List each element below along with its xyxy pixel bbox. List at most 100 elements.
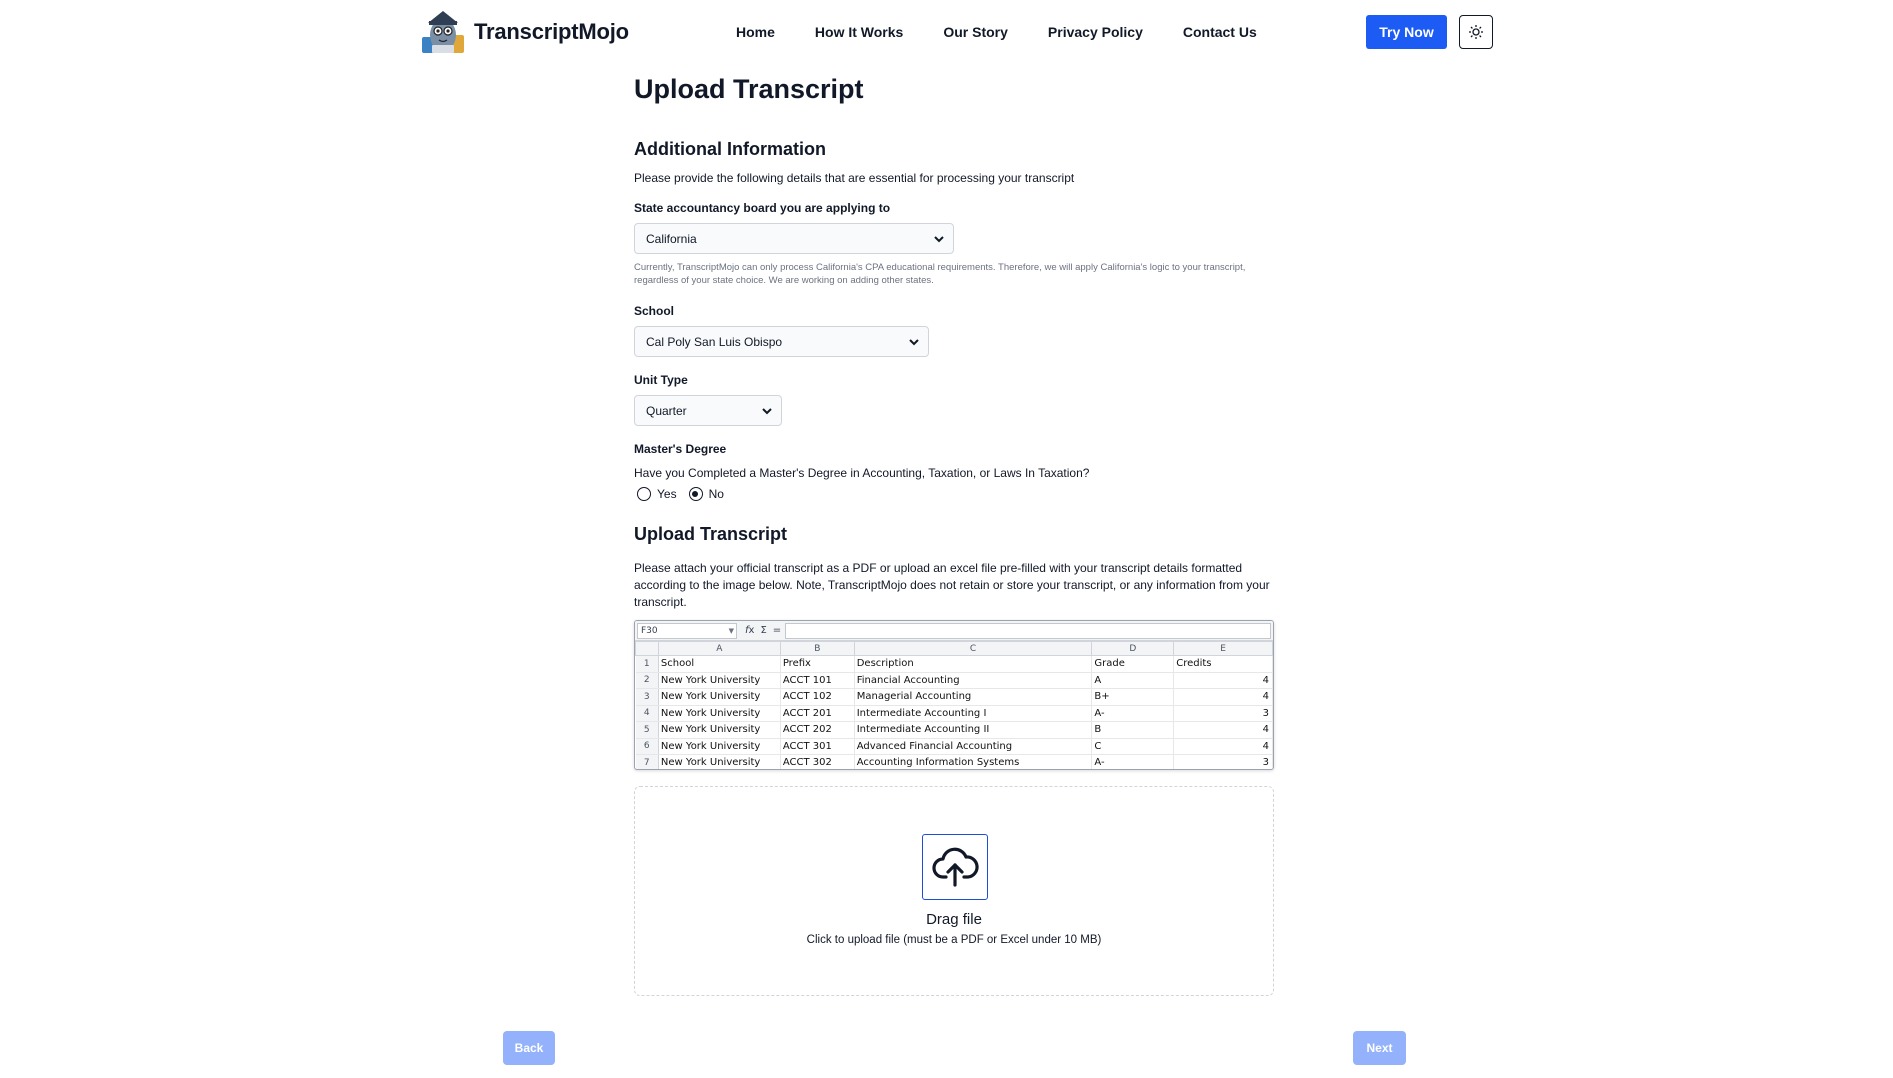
sheet-header-row: 1 School Prefix Description Grade Credits <box>635 655 1273 673</box>
masters-question: Have you Completed a Master's Degree in … <box>634 466 1090 480</box>
example-spreadsheet: F30 ▼ fx Σ = A B C D E 1 School Prefix Descr… <box>634 620 1274 770</box>
masters-yes-radio[interactable] <box>637 487 651 501</box>
table-cell: C <box>1091 738 1175 755</box>
mascot-logo-icon <box>418 7 468 57</box>
table-cell: A- <box>1091 705 1175 722</box>
cell-reference: F30 ▼ <box>637 622 737 639</box>
row-number: 1 <box>635 655 659 673</box>
nav-our-story[interactable]: Our Story <box>943 24 1008 40</box>
row-number: 6 <box>635 738 659 755</box>
sheet-grid: A B C D E 1 School Prefix Description Grade C… <box>635 641 1273 769</box>
cloud-upload-icon <box>932 847 979 887</box>
next-button[interactable]: Next <box>1353 1031 1406 1065</box>
upload-icon-box[interactable] <box>922 834 988 900</box>
table-cell: Financial Accounting <box>854 672 1093 689</box>
try-now-button[interactable]: Try Now <box>1366 15 1447 49</box>
upload-heading: Upload Transcript <box>634 524 788 544</box>
table-cell: B+ <box>1091 688 1175 706</box>
chevron-down-icon <box>909 339 919 346</box>
table-row: 4 New York University ACCT 201 Intermediate… <box>635 705 1273 722</box>
table-cell: 4 <box>1173 721 1273 739</box>
file-dropzone[interactable]: Drag file Click to upload file (must be … <box>634 786 1274 996</box>
row-number: 7 <box>635 754 659 769</box>
page-title: Upload Transcript <box>634 74 864 104</box>
header-cell: Grade <box>1091 655 1175 673</box>
upload-description: Please attach your official transcript a… <box>634 561 1270 609</box>
table-cell: A- <box>1091 754 1175 769</box>
equals-icon: = <box>772 625 782 636</box>
table-row: 7 New York University ACCT 302 Accounting I… <box>635 754 1273 769</box>
table-cell: ACCT 302 <box>780 754 855 769</box>
header-cell: School <box>658 655 781 673</box>
state-board-select[interactable]: California <box>634 223 954 254</box>
table-cell: ACCT 202 <box>780 721 855 739</box>
masters-label: Master's Degree <box>634 442 727 456</box>
table-cell: Managerial Accounting <box>854 688 1093 706</box>
unit-type-label: Unit Type <box>634 373 688 387</box>
table-cell: ACCT 301 <box>780 738 855 755</box>
table-cell: 3 <box>1173 705 1273 722</box>
table-cell: New York University <box>658 754 781 769</box>
formula-bar: F30 ▼ fx Σ = <box>635 621 1273 641</box>
table-cell: B <box>1091 721 1175 739</box>
table-row: 6 New York University ACCT 301 Advanced Fin… <box>635 738 1273 755</box>
table-cell: Intermediate Accounting I <box>854 705 1093 722</box>
header-cell: Description <box>854 655 1093 673</box>
table-cell: New York University <box>658 688 781 706</box>
school-label: School <box>634 304 675 318</box>
table-cell: 4 <box>1173 672 1273 689</box>
nav-privacy-policy[interactable]: Privacy Policy <box>1048 24 1143 40</box>
nav-how-it-works[interactable]: How It Works <box>815 24 903 40</box>
table-row: 3 New York University ACCT 102 Managerial A… <box>635 688 1273 706</box>
table-row: 5 New York University ACCT 202 Intermediate… <box>635 721 1273 739</box>
table-cell: ACCT 201 <box>780 705 855 722</box>
masters-yes-label[interactable]: Yes <box>657 487 677 501</box>
state-board-value: California <box>646 231 697 246</box>
theme-toggle-button[interactable] <box>1459 15 1493 49</box>
masters-no-label[interactable]: No <box>709 487 724 501</box>
table-cell: ACCT 101 <box>780 672 855 689</box>
additional-info-subtitle: Please provide the following details tha… <box>634 171 1075 185</box>
header-cell: Prefix <box>780 655 855 673</box>
nav-home[interactable]: Home <box>736 24 775 40</box>
school-select[interactable]: Cal Poly San Luis Obispo <box>634 326 929 357</box>
table-cell: 4 <box>1173 688 1273 706</box>
col-header: B <box>779 641 855 656</box>
table-cell: Advanced Financial Accounting <box>854 738 1093 755</box>
chevron-down-icon <box>762 408 772 415</box>
row-number: 3 <box>635 688 659 706</box>
formula-icons: fx Σ = <box>745 625 785 636</box>
drag-file-title: Drag file <box>926 911 982 928</box>
table-cell: New York University <box>658 672 781 689</box>
chevron-down-icon <box>934 236 944 243</box>
col-header: C <box>853 641 1093 656</box>
unit-type-value: Quarter <box>646 403 687 418</box>
brand-logo[interactable]: TranscriptMojo <box>418 7 629 57</box>
header-cell: Credits <box>1173 655 1273 673</box>
formula-input <box>785 622 1271 639</box>
state-board-note: Currently, TranscriptMojo can only proce… <box>634 262 1246 286</box>
col-header: D <box>1091 641 1175 656</box>
unit-type-select[interactable]: Quarter <box>634 395 782 426</box>
table-cell: 3 <box>1173 754 1273 769</box>
sun-icon <box>1469 25 1483 39</box>
row-number: 5 <box>635 721 659 739</box>
back-button[interactable]: Back <box>503 1031 555 1065</box>
function-wizard-icon: fx <box>745 625 755 636</box>
masters-radio-group: Yes No <box>637 487 724 501</box>
table-row: 2 New York University ACCT 101 Financial Ac… <box>635 672 1273 689</box>
nav-contact-us[interactable]: Contact Us <box>1183 24 1257 40</box>
brand-name: TranscriptMojo <box>474 19 629 44</box>
state-board-label: State accountancy board you are applying… <box>634 201 891 215</box>
masters-no-radio[interactable] <box>688 487 703 501</box>
corner-cell <box>635 641 659 656</box>
table-cell: ACCT 102 <box>780 688 855 706</box>
row-number: 2 <box>635 672 659 689</box>
main-nav: Home How It Works Our Story Privacy Poli… <box>736 24 1257 40</box>
drag-file-hint: Click to upload file (must be a PDF or E… <box>806 934 1102 946</box>
col-header: E <box>1173 641 1273 656</box>
additional-info-heading: Additional Information <box>634 139 826 159</box>
table-cell: New York University <box>658 705 781 722</box>
col-header: A <box>657 641 781 656</box>
table-cell: Intermediate Accounting II <box>854 721 1093 739</box>
